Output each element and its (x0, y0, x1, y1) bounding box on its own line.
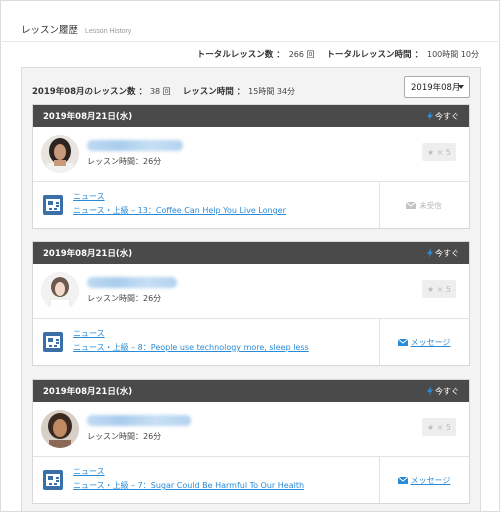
lesson-title-link[interactable]: ニュース・上級 – 7：Sugar Could Be Harmful To Ou… (73, 480, 304, 491)
teacher-row: レッスン時間：26分 ★ × 5 (33, 402, 469, 457)
month-time-value: 15時間 34分 (248, 86, 296, 96)
envelope-icon (397, 476, 408, 484)
message-link[interactable]: メッセージ (379, 319, 469, 365)
instant-lesson-label: 今すぐ (435, 386, 459, 396)
newspaper-icon (43, 195, 63, 215)
lesson-card-header: 2019年08月21日(水) 今すぐ (33, 105, 469, 127)
teacher-avatar[interactable] (41, 135, 79, 173)
history-panel: 2019年08月のレッスン数 ： 38 回 レッスン時間 ： 15時間 34分 … (21, 67, 481, 511)
instant-lesson-label: 今すぐ (435, 111, 459, 121)
lesson-duration: レッスン時間：26分 (87, 157, 162, 166)
lesson-card-header: 2019年08月21日(水) 今すぐ (33, 380, 469, 402)
teacher-name-blurred[interactable] (87, 277, 177, 288)
lesson-row: ニュース ニュース・上級 – 13：Coffee Can Help You Li… (33, 182, 469, 228)
month-select-value: 2019年08月 (411, 83, 461, 93)
instant-lesson-label: 今すぐ (435, 248, 459, 258)
instant-lesson-badge: 今すぐ (427, 111, 459, 122)
lesson-date: 2019年08月21日(水) (43, 387, 133, 397)
lesson-date: 2019年08月21日(水) (43, 249, 133, 259)
newspaper-icon (43, 332, 63, 352)
page-heading: レッスン履歴 Lesson History (21, 22, 131, 36)
caret-down-icon (458, 85, 464, 89)
month-count-value: 38 回 (149, 86, 171, 96)
lesson-card-header: 2019年08月21日(水) 今すぐ (33, 242, 469, 264)
lightning-icon (427, 111, 433, 121)
lightning-icon (427, 248, 433, 258)
lightning-icon (427, 386, 433, 396)
instant-lesson-badge: 今すぐ (427, 248, 459, 259)
favorite-button[interactable]: ★ × 5 (422, 143, 456, 161)
lesson-category-link[interactable]: ニュース (73, 466, 105, 477)
page-subtitle: Lesson History (85, 28, 132, 35)
teacher-row: レッスン時間：26分 ★ × 5 (33, 264, 469, 319)
lesson-date: 2019年08月21日(水) (43, 112, 133, 122)
message-link-label: メッセージ (410, 337, 451, 347)
teacher-avatar[interactable] (41, 410, 79, 448)
lesson-duration: レッスン時間：26分 (87, 294, 162, 303)
message-link[interactable]: メッセージ (379, 457, 469, 503)
teacher-photo (41, 135, 79, 173)
total-stats: トータルレッスン数 ： 266 回 トータルレッスン時間 ： 100時間 10分 (196, 48, 479, 61)
lesson-row: ニュース ニュース・上級 – 7：Sugar Could Be Harmful … (33, 457, 469, 503)
lesson-title-link[interactable]: ニュース・上級 – 13：Coffee Can Help You Live Lo… (73, 205, 286, 216)
favorite-button[interactable]: ★ × 5 (422, 418, 456, 436)
lesson-category-link[interactable]: ニュース (73, 191, 105, 202)
lesson-card: 2019年08月21日(水) 今すぐ レッスン時間：26分 ★ × 5 ニュース… (32, 104, 470, 229)
month-select[interactable]: 2019年08月 (404, 76, 470, 98)
message-status-label: 未受信 (419, 200, 442, 210)
teacher-avatar[interactable] (41, 272, 79, 310)
lesson-history-page: レッスン履歴 Lesson History トータルレッスン数 ： 266 回 … (0, 0, 500, 512)
total-count-label: トータルレッスン数 ： (196, 50, 285, 60)
lesson-duration: レッスン時間：26分 (87, 432, 162, 441)
favorite-button[interactable]: ★ × 5 (422, 280, 456, 298)
total-count-value: 266 回 (288, 49, 315, 59)
envelope-icon (397, 338, 408, 346)
lesson-card: 2019年08月21日(水) 今すぐ レッスン時間：26分 ★ × 5 ニュース… (32, 241, 470, 366)
heading-divider (2, 41, 498, 42)
teacher-name-blurred[interactable] (87, 415, 191, 426)
message-status: 未受信 (379, 182, 469, 228)
lesson-row: ニュース ニュース・上級 – 8：People use technology m… (33, 319, 469, 365)
instant-lesson-badge: 今すぐ (427, 386, 459, 397)
newspaper-icon (43, 470, 63, 490)
teacher-row: レッスン時間：26分 ★ × 5 (33, 127, 469, 182)
month-time-label: レッスン時間 ： (182, 87, 246, 97)
message-link-label: メッセージ (410, 475, 451, 485)
page-title: レッスン履歴 (21, 25, 79, 36)
month-count-label: 2019年08月のレッスン数 ： (32, 87, 147, 97)
lesson-card: 2019年08月21日(水) 今すぐ レッスン時間：26分 ★ × 5 ニュース… (32, 379, 470, 504)
total-time-label: トータルレッスン時間 ： (326, 50, 423, 60)
teacher-photo (41, 272, 79, 310)
teacher-name-blurred[interactable] (87, 140, 183, 151)
lesson-category-link[interactable]: ニュース (73, 328, 105, 339)
teacher-photo (41, 410, 79, 448)
envelope-icon (406, 201, 417, 209)
total-time-value: 100時間 10分 (427, 49, 479, 59)
lesson-title-link[interactable]: ニュース・上級 – 8：People use technology more, … (73, 342, 309, 353)
